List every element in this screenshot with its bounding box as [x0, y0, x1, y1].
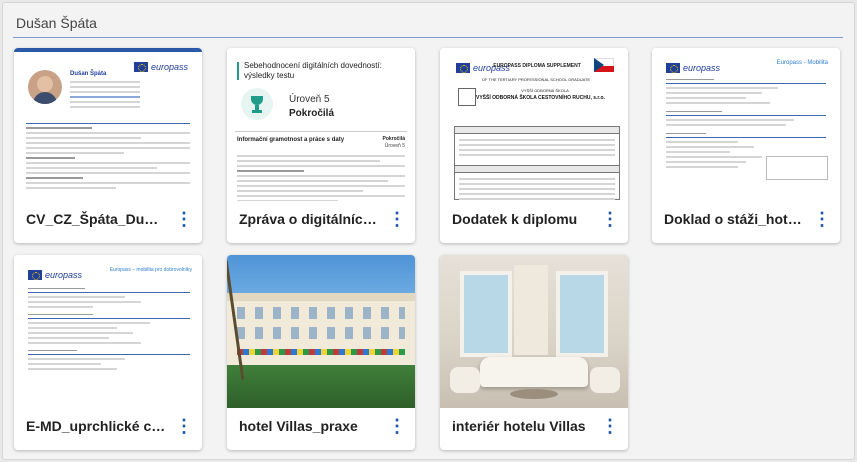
- school-name: VYŠŠÍ ODBORNÁ ŠKOLA CESTOVNÍHO RUCHU, s.…: [476, 95, 605, 101]
- window-right: [556, 271, 608, 357]
- emd-thumbnail[interactable]: europass Europass – mobilita pro dobrovo…: [14, 255, 202, 408]
- card-caption[interactable]: CV_CZ_Špáta_Duša…: [26, 211, 166, 227]
- mobility-thumbnail[interactable]: europass Europass - Mobilita: [652, 48, 840, 201]
- card-caption[interactable]: hotel Villas_praxe: [239, 418, 379, 434]
- level-label: Úroveň 5: [289, 94, 330, 105]
- document-card-digital-report[interactable]: Sebehodnocení digitálních dovedností: vý…: [227, 48, 415, 243]
- school-logo-icon: [458, 88, 476, 106]
- more-options-icon[interactable]: ⋮: [600, 208, 620, 230]
- section-level-number: Úroveň 5: [384, 143, 405, 149]
- more-options-icon[interactable]: ⋮: [174, 415, 194, 437]
- trophy-icon: [241, 88, 273, 120]
- section-level: Pokročilá: [382, 136, 405, 142]
- europass-logo: europass: [28, 266, 82, 284]
- card-caption[interactable]: E-MD_uprchlické ce…: [26, 418, 166, 434]
- window-left: [460, 271, 512, 357]
- card-caption[interactable]: Dodatek k diplomu: [452, 211, 592, 227]
- sofa: [480, 357, 588, 387]
- level-name: Pokročilá: [289, 108, 335, 119]
- cv-thumbnail[interactable]: europass Dušan Špáta: [14, 48, 202, 201]
- hotel-building: [227, 293, 415, 373]
- document-card-cv[interactable]: europass Dušan Špáta CV_CZ_Špáta_Duša… ⋮: [14, 48, 202, 243]
- document-card-mobility[interactable]: europass Europass - Mobilita Doklad o st…: [652, 48, 840, 243]
- card-caption[interactable]: Zpráva o digitálních…: [239, 211, 379, 227]
- report-title: Sebehodnocení digitálních dovedností: vý…: [244, 61, 382, 80]
- garden: [227, 365, 415, 408]
- title-divider: [13, 37, 843, 38]
- more-options-icon[interactable]: ⋮: [174, 208, 194, 230]
- more-options-icon[interactable]: ⋮: [387, 415, 407, 437]
- avatar: [28, 70, 62, 104]
- report-thumbnail[interactable]: Sebehodnocení digitálních dovedností: vý…: [227, 48, 415, 201]
- more-options-icon[interactable]: ⋮: [387, 208, 407, 230]
- document-folder-panel: Dušan Špáta europass Dušan Špáta CV_CZ_Š…: [2, 2, 855, 460]
- diploma-thumbnail[interactable]: europass EUROPASS DIPLOMA SUPPLEMENT OF …: [440, 48, 628, 201]
- document-card-emd[interactable]: europass Europass – mobilita pro dobrovo…: [14, 255, 202, 450]
- hotel-photo-thumbnail[interactable]: [227, 255, 415, 408]
- document-card-interior-photo[interactable]: interiér hotelu Villas ⋮: [440, 255, 628, 450]
- cv-name: Dušan Špáta: [70, 71, 107, 77]
- more-options-icon[interactable]: ⋮: [812, 208, 832, 230]
- document-card-hotel-photo[interactable]: hotel Villas_praxe ⋮: [227, 255, 415, 450]
- card-caption[interactable]: interiér hotelu Villas: [452, 418, 592, 434]
- europass-logo: europass: [666, 59, 720, 77]
- section-title: Informační gramotnost a práce s daty: [237, 137, 345, 143]
- more-options-icon[interactable]: ⋮: [600, 415, 620, 437]
- card-caption[interactable]: Doklad o stáži_hote…: [664, 211, 804, 227]
- document-card-diploma-supplement[interactable]: europass EUROPASS DIPLOMA SUPPLEMENT OF …: [440, 48, 628, 243]
- folder-title: Dušan Špáta: [16, 15, 97, 31]
- interior-photo-thumbnail[interactable]: [440, 255, 628, 408]
- europass-logo: europass: [133, 58, 188, 76]
